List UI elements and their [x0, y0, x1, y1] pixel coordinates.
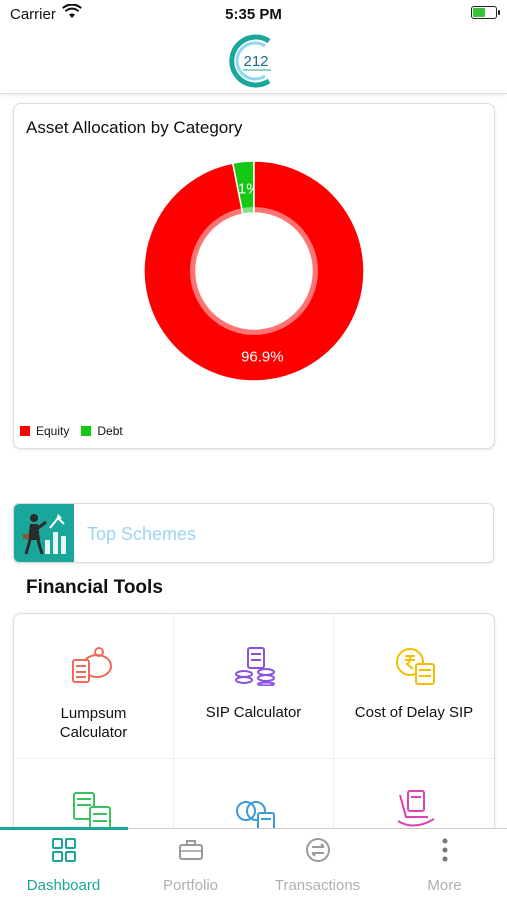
top-schemes-button[interactable]: Top Schemes [13, 503, 494, 563]
asset-allocation-donut-chart: 3.1%96.9% [143, 160, 365, 382]
tab-portfolio[interactable]: Portfolio [127, 829, 254, 901]
donut-inner-ring [190, 207, 318, 335]
lumpsum-calculator-tile[interactable]: Lumpsum Calculator [14, 614, 174, 759]
status-time: 5:35 PM [225, 6, 282, 23]
bottom-tab-bar: Dashboard Portfolio Transactions More [0, 827, 507, 901]
grid-icon [0, 837, 127, 863]
asset-allocation-card: Asset Allocation by Category 3.1% 96.9% E… [13, 103, 495, 449]
sip-calculator-tile[interactable]: SIP Calculator [174, 614, 334, 759]
tab-more[interactable]: More [381, 829, 507, 901]
tab-dashboard-label: Dashboard [26, 877, 101, 894]
app-header: 212 [0, 28, 507, 94]
equity-swatch [20, 426, 30, 436]
exchange-icon [254, 837, 381, 863]
more-vertical-icon [381, 837, 507, 863]
lumpsum-label-line-1: Lumpsum [60, 705, 127, 722]
battery-icon [471, 6, 500, 19]
tab-transactions-label: Transactions [274, 877, 361, 894]
piggy-bank-calculator-icon [71, 646, 115, 691]
financial-tools-grid: Lumpsum Calculator SIP Calculator Cost o… [13, 613, 495, 843]
financial-tools-title: Financial Tools [26, 577, 163, 598]
briefcase-icon [127, 837, 254, 863]
rupee-calculator-icon [394, 646, 438, 691]
status-bar: Carrier 5:35 PM [0, 0, 507, 28]
chart-legend: Equity Debt [20, 424, 135, 438]
tab-more-label: More [427, 877, 462, 894]
sip-calculator-label: SIP Calculator [205, 704, 302, 721]
legend-item-equity: Equity [20, 424, 69, 438]
debt-swatch [81, 426, 92, 436]
lumpsum-label-line-2: Calculator [59, 724, 128, 741]
cost-of-delay-sip-label: Cost of Delay SIP [354, 704, 474, 721]
legend-item-debt: Debt [81, 424, 123, 438]
app-logo: 212 [225, 32, 283, 95]
donut-label-equity: 96.9% [241, 349, 284, 366]
legend-label-debt: Debt [97, 424, 123, 438]
top-schemes-label: Top Schemes [87, 524, 197, 544]
businessman-growth-icon [14, 504, 74, 562]
svg-text:212: 212 [243, 53, 268, 70]
tab-portfolio-label: Portfolio [162, 877, 219, 894]
coins-calculator-icon [234, 646, 278, 691]
tab-transactions[interactable]: Transactions [254, 829, 381, 901]
legend-label-equity: Equity [36, 424, 70, 438]
tab-dashboard[interactable]: Dashboard [0, 829, 127, 901]
lumpsum-calculator-label: Lumpsum Calculator [14, 704, 173, 742]
cost-of-delay-sip-tile[interactable]: Cost of Delay SIP [334, 614, 494, 759]
